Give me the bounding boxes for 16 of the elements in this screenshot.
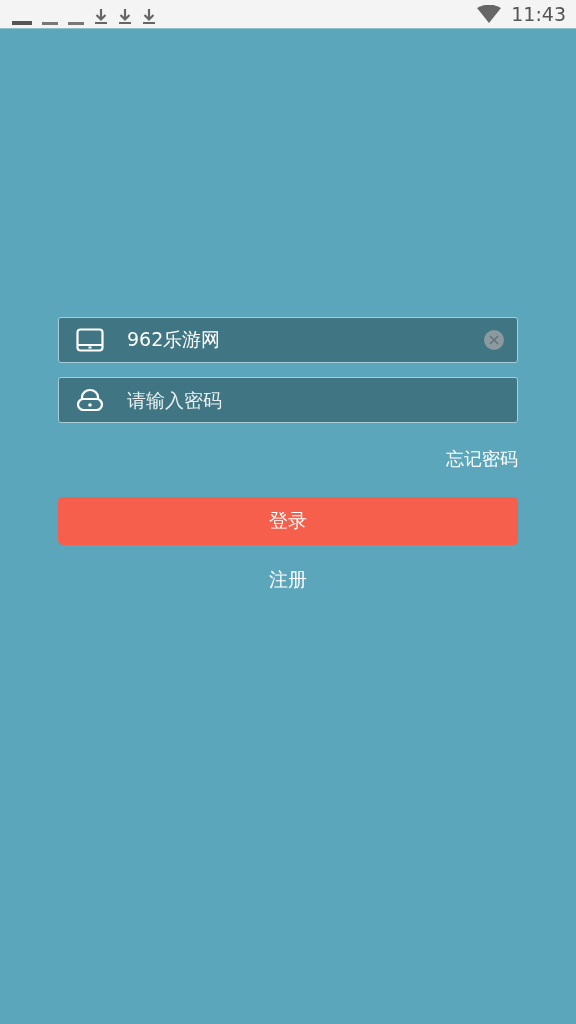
wifi-icon [477,5,502,23]
register-link[interactable]: 注册 [269,567,307,593]
lock-icon [76,388,104,412]
download-icon [94,8,108,25]
tablet-icon [76,328,104,352]
clear-icon[interactable] [484,330,504,350]
download-icon [118,8,132,25]
notification-dash-icon [42,22,58,25]
clock-time: 11:43 [511,3,566,25]
username-field[interactable]: 962乐游网 [58,317,518,363]
forgot-password-link[interactable]: 忘记密码 [446,447,518,471]
password-field[interactable]: 请输入密码 [58,377,518,423]
download-icon [142,8,156,25]
login-button[interactable]: 登录 [58,497,518,545]
notification-dash-icon [12,21,32,25]
notification-dash-icon [68,22,84,25]
